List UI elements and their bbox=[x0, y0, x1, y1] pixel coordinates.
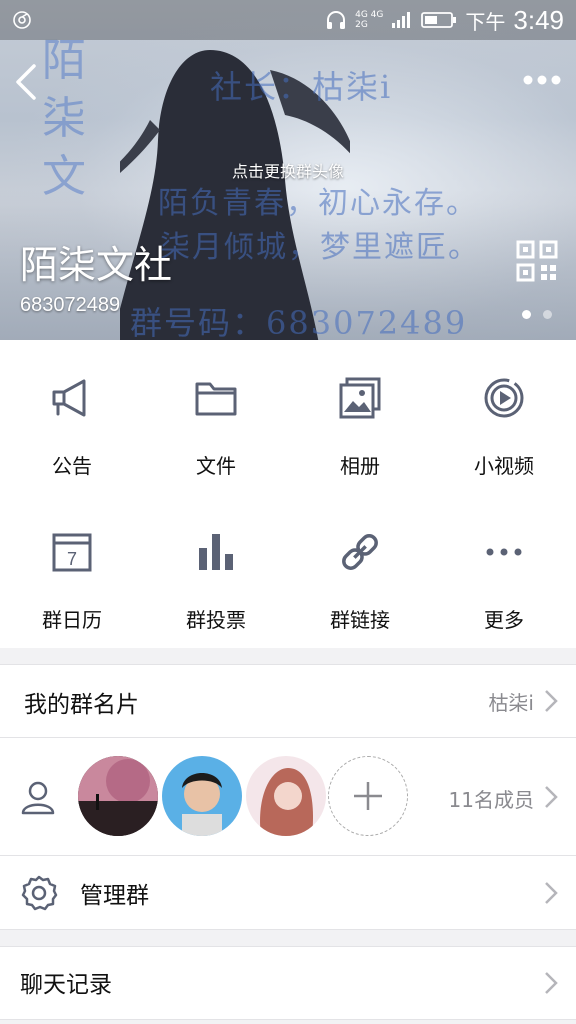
calendar-icon: 7 bbox=[52, 533, 92, 572]
feature-label: 群链接 bbox=[330, 608, 390, 632]
feature-vote[interactable]: 群投票 bbox=[144, 494, 288, 648]
bar-chart-icon bbox=[199, 534, 233, 570]
feature-grid: 公告 文件 相册 小视频 7 群日历 群投票 群链接 更多 bbox=[0, 340, 576, 648]
change-avatar-hint[interactable]: 点击更换群头像 bbox=[0, 158, 576, 182]
cover-text-number: 群号码：683072489 bbox=[130, 304, 468, 340]
headphones-icon bbox=[327, 11, 346, 29]
feature-album[interactable]: 相册 bbox=[288, 340, 432, 494]
feature-files[interactable]: 文件 bbox=[144, 340, 288, 494]
manage-group-row[interactable]: 管理群 bbox=[0, 856, 576, 930]
feature-label: 群日历 bbox=[42, 608, 102, 632]
battery-icon bbox=[421, 12, 457, 28]
feature-label: 小视频 bbox=[474, 454, 534, 478]
members-row[interactable]: 11名成员 bbox=[0, 738, 576, 856]
chat-history-label: 聊天记录 bbox=[20, 972, 112, 998]
status-bar: 4G 4G 2G 下午 3:49 bbox=[0, 0, 576, 40]
back-arrow-icon[interactable] bbox=[12, 62, 40, 102]
cover-text-line2: 陌负青春，初心永存。 bbox=[158, 186, 478, 221]
feature-label: 相册 bbox=[340, 454, 380, 478]
cover-page-indicator bbox=[522, 310, 552, 319]
qr-code-icon[interactable] bbox=[516, 240, 558, 282]
my-group-card-row[interactable]: 我的群名片 枯柒i bbox=[0, 664, 576, 738]
group-name: 陌柒文社 bbox=[20, 243, 173, 287]
add-member-button[interactable] bbox=[328, 756, 408, 836]
gear-icon bbox=[21, 875, 58, 911]
network-indicator: 4G 4G 2G bbox=[355, 10, 384, 30]
manage-group-label: 管理群 bbox=[80, 883, 149, 909]
megaphone-icon bbox=[52, 379, 86, 417]
member-avatar[interactable] bbox=[78, 756, 158, 836]
page-dot-active bbox=[522, 310, 531, 319]
more-options-icon[interactable] bbox=[522, 70, 562, 90]
member-count: 11名成员 bbox=[448, 788, 534, 812]
group-number: 683072489 bbox=[20, 294, 121, 316]
chevron-right-icon bbox=[545, 786, 558, 808]
feature-short-video[interactable]: 小视频 bbox=[432, 340, 576, 494]
photo-album-icon bbox=[339, 377, 381, 419]
cover-text-line3: 柒月倾城，梦里遮匠。 bbox=[160, 230, 480, 265]
page-dot bbox=[543, 310, 552, 319]
feature-label: 更多 bbox=[484, 608, 524, 632]
feature-link[interactable]: 群链接 bbox=[288, 494, 432, 648]
video-play-icon bbox=[484, 378, 524, 418]
feature-label: 公告 bbox=[52, 454, 92, 478]
feature-label: 文件 bbox=[196, 454, 236, 478]
signal-icon bbox=[392, 12, 411, 28]
members-icon bbox=[21, 781, 55, 815]
feature-label: 群投票 bbox=[186, 608, 246, 632]
status-time: 3:49 bbox=[513, 4, 564, 35]
folder-icon bbox=[195, 382, 237, 416]
my-card-value: 枯柒i bbox=[488, 691, 534, 715]
sync-icon bbox=[13, 11, 31, 29]
cover-text-leader: 社长：枯柒i bbox=[210, 68, 393, 106]
svg-text:7: 7 bbox=[67, 549, 77, 569]
member-avatar[interactable] bbox=[162, 756, 242, 836]
feature-more[interactable]: 更多 bbox=[432, 494, 576, 648]
chevron-right-icon bbox=[545, 972, 558, 994]
chevron-right-icon bbox=[545, 690, 558, 712]
my-card-label: 我的群名片 bbox=[24, 692, 139, 718]
chevron-right-icon bbox=[545, 882, 558, 904]
status-ampm: 下午 bbox=[465, 9, 506, 34]
link-icon bbox=[342, 534, 378, 570]
plus-icon bbox=[354, 782, 382, 810]
chat-history-row[interactable]: 聊天记录 bbox=[0, 946, 576, 1020]
member-avatar[interactable] bbox=[246, 756, 326, 836]
feature-announcement[interactable]: 公告 bbox=[0, 340, 144, 494]
feature-calendar[interactable]: 7 群日历 bbox=[0, 494, 144, 648]
ellipsis-icon bbox=[486, 548, 522, 556]
group-cover[interactable]: 陌柒文 社长：枯柒i 陌负青春，初心永存。 柒月倾城，梦里遮匠。 群号码：683… bbox=[0, 0, 576, 340]
